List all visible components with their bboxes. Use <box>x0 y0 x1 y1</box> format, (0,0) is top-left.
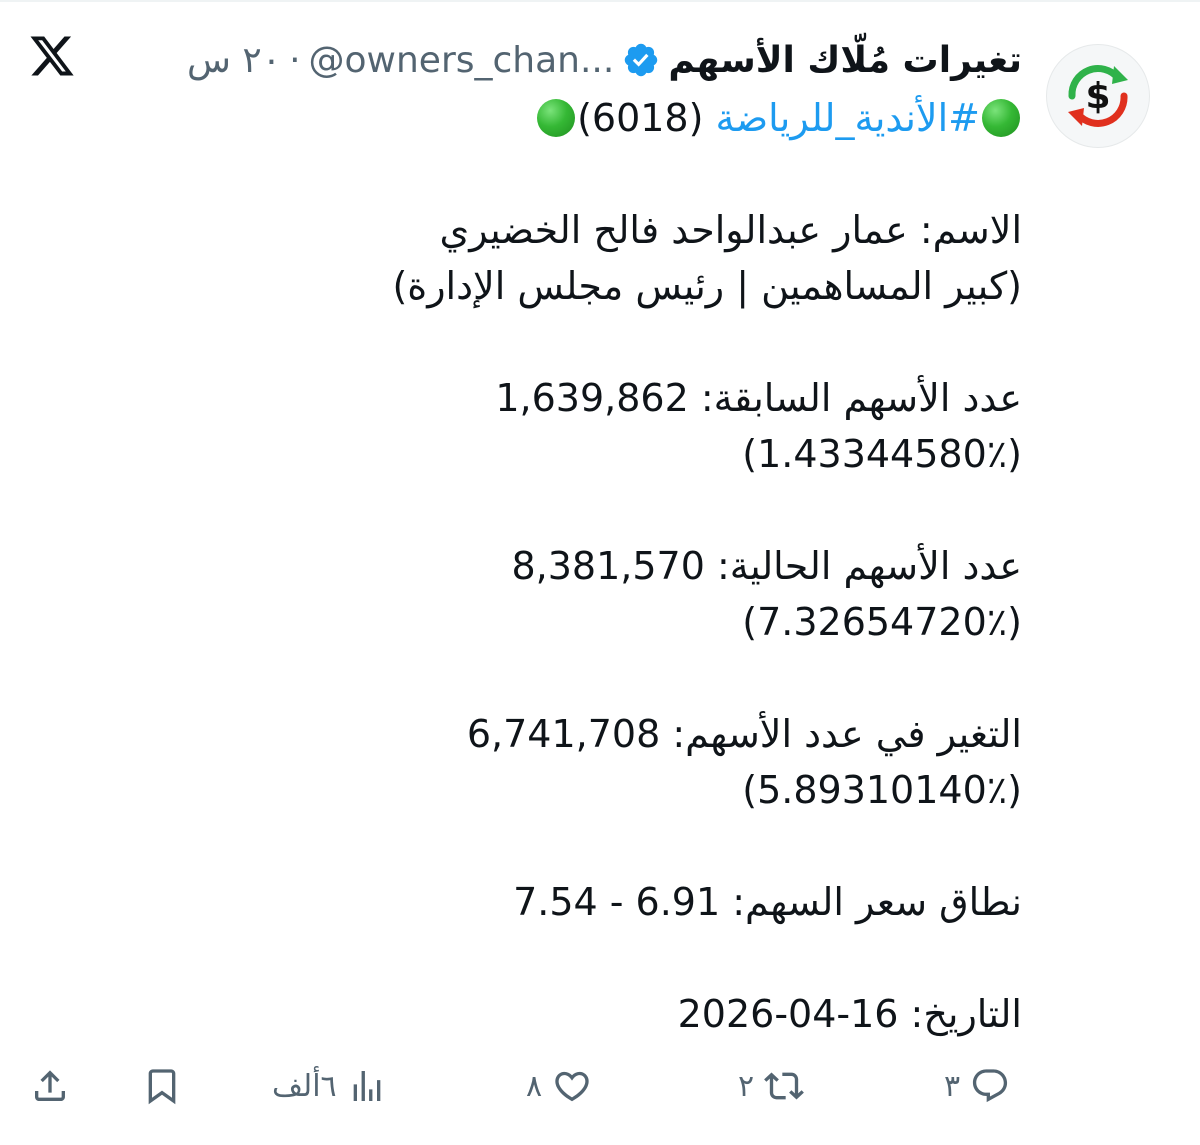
avatar[interactable]: $ <box>1046 44 1150 148</box>
hashtag-line: #الأندية_للرياضة (6018) <box>142 90 1022 146</box>
reply-button[interactable]: ٣ <box>944 1058 1010 1114</box>
like-button[interactable]: ٨ <box>526 1058 592 1114</box>
tweet-text: #الأندية_للرياضة (6018) الاسم: عمار عبدا… <box>142 90 1022 1042</box>
heart-icon <box>555 1071 589 1102</box>
currency-exchange-icon: $ <box>1068 65 1128 127</box>
green-circle-emoji <box>982 99 1020 137</box>
reply-icon <box>973 1069 1008 1103</box>
shares-change-percent: (5.89310140٪) <box>742 768 1022 812</box>
display-name[interactable]: تغيرات مُلّاك الأسهم <box>668 40 1022 81</box>
tweet-header: تغيرات مُلّاك الأسهم @owners_chan... · ٢… <box>187 32 1022 88</box>
likes-count: ٨ <box>526 1068 543 1104</box>
retweet-icon <box>764 1072 805 1100</box>
stock-code: (6018) <box>577 96 704 140</box>
hashtag-link[interactable]: #الأندية_للرياضة <box>716 96 980 140</box>
top-divider <box>0 0 1200 2</box>
bookmark-icon <box>148 1069 176 1105</box>
bookmark-button[interactable] <box>142 1058 182 1114</box>
svg-text:$: $ <box>1085 76 1110 117</box>
green-circle-emoji <box>537 99 576 137</box>
share-button[interactable] <box>30 1058 70 1114</box>
previous-shares-percent: (1.43344580٪) <box>742 432 1022 476</box>
current-shares: عدد الأسهم الحالية: 8,381,570 <box>511 544 1022 588</box>
x-logo-icon[interactable] <box>28 32 76 80</box>
views-icon <box>353 1071 380 1101</box>
current-shares-percent: (7.32654720٪) <box>742 600 1022 644</box>
previous-shares: عدد الأسهم السابقة: 1,639,862 <box>495 376 1022 420</box>
timestamp[interactable]: ٢٠ س <box>187 40 281 81</box>
separator-dot: · <box>289 39 301 81</box>
share-icon <box>35 1070 65 1101</box>
views-count: ٦ألف <box>272 1068 337 1104</box>
holder-name: الاسم: عمار عبدالواحد فالح الخضيري <box>439 208 1022 252</box>
retweets-count: ٢ <box>738 1068 755 1104</box>
replies-count: ٣ <box>944 1068 961 1104</box>
date: التاريخ: 16-04-2026 <box>677 992 1022 1036</box>
views-button[interactable]: ٦ألف <box>272 1058 387 1114</box>
action-bar: ٦ألف ٨ ٢ ٣ <box>0 1058 1200 1114</box>
user-handle[interactable]: @owners_chan... <box>309 40 615 81</box>
verified-badge-icon <box>625 43 658 77</box>
retweet-button[interactable]: ٢ <box>738 1058 805 1114</box>
price-range: نطاق سعر السهم: 6.91 - 7.54 <box>513 880 1022 924</box>
shares-change: التغير في عدد الأسهم: 6,741,708 <box>466 712 1022 756</box>
holder-role: (كبير المساهمين | رئيس مجلس الإدارة) <box>392 264 1022 308</box>
